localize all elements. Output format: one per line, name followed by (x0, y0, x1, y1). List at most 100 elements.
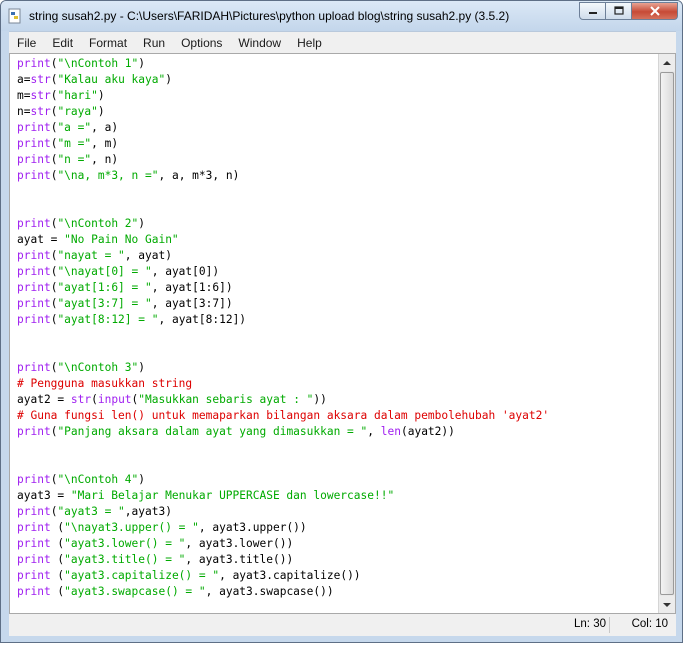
code-keyword: input (97, 393, 132, 406)
code-line[interactable]: print("\nContoh 4") (17, 472, 549, 488)
code-comment: # Pengguna masukkan string (17, 377, 193, 390)
code-token: , (367, 425, 381, 438)
code-line[interactable] (17, 184, 549, 200)
code-keyword: print (17, 361, 51, 374)
code-line[interactable]: print("ayat3 = ",ayat3) (17, 504, 549, 520)
code-token: , ayat[8:12]) (158, 313, 247, 326)
code-line[interactable]: print("a =", a) (17, 120, 549, 136)
code-keyword: print (17, 121, 51, 134)
python-file-icon (8, 8, 21, 24)
code-token: ) (138, 217, 146, 230)
code-string: "No Pain No Gain" (64, 233, 179, 246)
code-string: "\nContoh 3" (57, 361, 139, 374)
code-line[interactable] (17, 440, 549, 456)
code-keyword: print (17, 153, 51, 166)
code-line[interactable]: a=str("Kalau aku kaya") (17, 72, 549, 88)
menu-edit[interactable]: Edit (44, 33, 81, 53)
code-comment: # Guna fungsi len() untuk memaparkan bil… (17, 409, 550, 422)
code-line[interactable]: print ("ayat3.capitalize() = ", ayat3.ca… (17, 568, 549, 584)
code-token: , ayat3.title()) (185, 553, 294, 566)
code-token: , n) (91, 153, 119, 166)
maximize-icon (613, 6, 624, 15)
close-button[interactable] (632, 2, 678, 20)
code-text[interactable]: print("\nContoh 1") a=str("Kalau aku kaya… (17, 56, 549, 600)
scroll-down-button[interactable] (659, 596, 675, 613)
code-string: "\nayat[0] = " (57, 265, 152, 278)
code-line[interactable]: print ("ayat3.lower() = ", ayat3.lower()… (17, 536, 549, 552)
code-token: ayat3 = (17, 489, 71, 502)
code-line[interactable]: print("nayat = ", ayat) (17, 248, 549, 264)
code-keyword: print (17, 217, 51, 230)
code-line[interactable]: ayat = "No Pain No Gain" (17, 232, 549, 248)
menu-run[interactable]: Run (135, 33, 173, 53)
status-column: Col: 10 (631, 618, 668, 630)
code-token: ( (50, 585, 65, 598)
code-line[interactable]: print("ayat[3:7] = ", ayat[3:7]) (17, 296, 549, 312)
code-string: "ayat3.lower() = " (64, 537, 186, 550)
code-line[interactable]: n=str("raya") (17, 104, 549, 120)
scroll-up-button[interactable] (659, 54, 675, 71)
code-token: , ayat3.upper()) (198, 521, 307, 534)
code-token: ) (165, 73, 172, 86)
code-line[interactable] (17, 200, 549, 216)
code-token: , ayat[3:7]) (151, 297, 233, 310)
code-string: "ayat[3:7] = " (57, 297, 152, 310)
code-line[interactable]: print("\nContoh 3") (17, 360, 549, 376)
code-line[interactable]: ayat2 = str(input("Masukkan sebaris ayat… (17, 392, 549, 408)
code-line[interactable]: print("ayat[1:6] = ", ayat[1:6]) (17, 280, 549, 296)
code-token: (ayat2)) (400, 425, 455, 438)
code-token: , a, m*3, n) (158, 169, 240, 182)
code-string: "ayat[1:6] = " (57, 281, 152, 294)
code-line[interactable] (17, 456, 549, 472)
code-line[interactable]: print("Panjang aksara dalam ayat yang di… (17, 424, 549, 440)
code-token: , ayat[0]) (151, 265, 220, 278)
vertical-scrollbar[interactable] (658, 54, 675, 613)
code-line[interactable]: print("n =", n) (17, 152, 549, 168)
menu-format[interactable]: Format (81, 33, 135, 53)
code-line[interactable]: print("\nContoh 2") (17, 216, 549, 232)
code-token: ayat2 = (17, 393, 71, 406)
code-line[interactable]: # Pengguna masukkan string (17, 376, 549, 392)
code-line[interactable]: # Guna fungsi len() untuk memaparkan bil… (17, 408, 549, 424)
code-line[interactable]: print("m =", m) (17, 136, 549, 152)
maximize-button[interactable] (606, 2, 632, 20)
minimize-button[interactable] (579, 2, 606, 20)
code-keyword: print (17, 521, 51, 534)
code-keyword: print (17, 57, 51, 70)
scroll-thumb[interactable] (660, 72, 674, 595)
code-string: "\nContoh 4" (57, 473, 139, 486)
code-line[interactable]: print("ayat[8:12] = ", ayat[8:12]) (17, 312, 549, 328)
code-string: "nayat = " (57, 249, 125, 262)
code-editor[interactable]: print("\nContoh 1") a=str("Kalau aku kaya… (9, 53, 676, 614)
code-line[interactable]: m=str("hari") (17, 88, 549, 104)
code-line[interactable]: print ("ayat3.title() = ", ayat3.title()… (17, 552, 549, 568)
menu-window[interactable]: Window (230, 33, 289, 53)
code-line[interactable] (17, 328, 549, 344)
code-line[interactable]: print ("\nayat3.upper() = ", ayat3.upper… (17, 520, 549, 536)
arrow-up-icon (663, 60, 671, 65)
code-string: "a =" (57, 121, 92, 134)
close-icon (649, 6, 660, 16)
code-line[interactable]: print ("ayat3.swapcase() = ", ayat3.swap… (17, 584, 549, 600)
code-string: "ayat[8:12] = " (57, 313, 159, 326)
code-line[interactable]: print("\nayat[0] = ", ayat[0]) (17, 264, 549, 280)
code-keyword: print (17, 169, 51, 182)
code-token: ) (97, 89, 105, 102)
menu-help[interactable]: Help (289, 33, 330, 53)
code-line[interactable]: ayat3 = "Mari Belajar Menukar UPPERCASE … (17, 488, 549, 504)
code-keyword: print (17, 297, 51, 310)
code-string: "Masukkan sebaris ayat : " (138, 393, 314, 406)
code-string: "\nayat3.upper() = " (64, 521, 199, 534)
code-keyword: print (17, 553, 51, 566)
menu-options[interactable]: Options (173, 33, 230, 53)
code-token: ) (97, 105, 105, 118)
menu-file[interactable]: File (9, 33, 44, 53)
code-keyword: print (17, 281, 51, 294)
code-token: , ayat3.swapcase()) (205, 585, 334, 598)
code-line[interactable]: print("\nContoh 1") (17, 56, 549, 72)
code-token: , ayat[1:6]) (151, 281, 233, 294)
title-bar[interactable]: string susah2.py - C:\Users\FARIDAH\Pict… (1, 1, 682, 31)
code-line[interactable] (17, 344, 549, 360)
code-line[interactable]: print("\na, m*3, n =", a, m*3, n) (17, 168, 549, 184)
code-keyword: str (30, 73, 51, 86)
